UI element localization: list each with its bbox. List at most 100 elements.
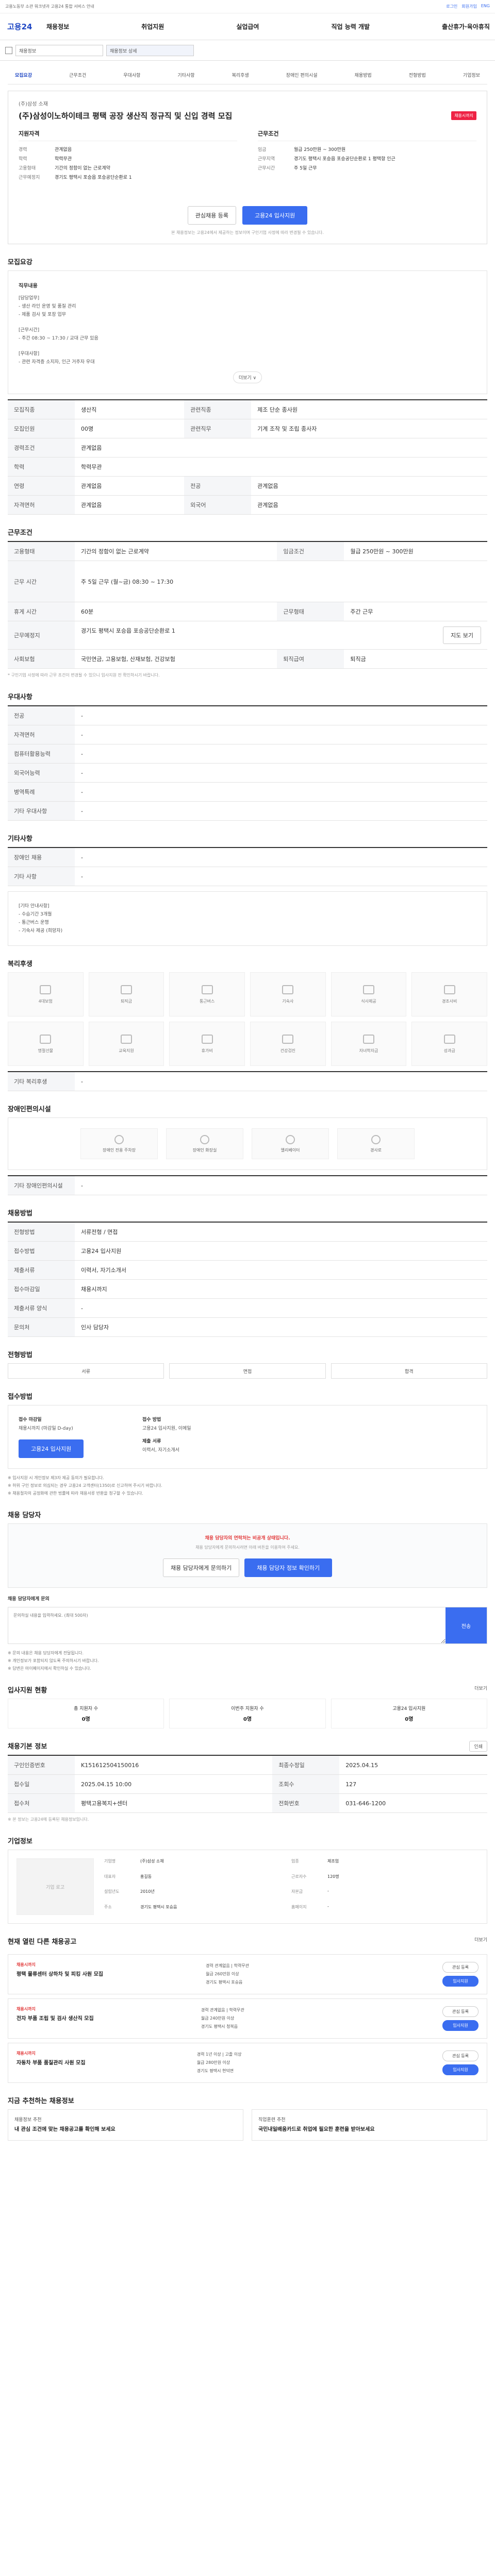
- save-job-button[interactable]: 관심채용 등록: [187, 206, 236, 225]
- job-summary: 지원자격 경력 관계없음 학력 학력무관 고용형태 기간의 정함이 없는 근로계약 근…: [19, 129, 476, 182]
- tab-benefit[interactable]: 복리후생: [232, 72, 249, 78]
- global-nav: 고용24 채용정보 취업지원 실업급여 직업 능력 개발 출산휴가·육아휴직: [0, 13, 495, 40]
- contact-inquiry-button[interactable]: 채용 담당자에게 문의하기: [162, 1558, 240, 1577]
- job-desc-line: [근무시간]: [19, 328, 40, 333]
- signup-link[interactable]: 회원가입: [461, 4, 476, 9]
- table-header: 퇴직급여: [277, 649, 344, 669]
- inquiry-submit-button[interactable]: 전송: [446, 1607, 487, 1643]
- table-header: 학력: [8, 457, 75, 477]
- contact-info-button[interactable]: 채용 담당자 정보 확인하기: [244, 1558, 333, 1577]
- company-value: 경기도 평택시 포승읍: [140, 1904, 177, 1909]
- tab-method[interactable]: 채용방법: [355, 72, 372, 78]
- benefit-label: 자녀학자금: [359, 1048, 378, 1053]
- status-more-link[interactable]: 더보기: [474, 1685, 487, 1691]
- tab-recruit[interactable]: 모집요강: [15, 72, 32, 78]
- summary-value: 경기도 평택시 포승읍 포승공단순환로 1 평택항 인근: [294, 157, 395, 162]
- job-card[interactable]: 채용시까지 평택 물류센터 상하차 및 피킹 사원 모집 경력 관계없음 | 학력…: [8, 1954, 487, 1994]
- job-card-title[interactable]: 평택 물류센터 상하차 및 피킹 사원 모집: [16, 1970, 103, 1977]
- summary-right-heading: 근무조건: [258, 129, 476, 141]
- table-cell: 평택고용복지+센터: [75, 1793, 273, 1813]
- breadcrumb-select-1[interactable]: 채용정보: [15, 44, 103, 56]
- recruit-table: 모집직종 생산직 관련직종 제조 단순 종사원 모집인원 00명 관련직무 기계 조작 및 …: [8, 399, 487, 515]
- job-card-line: 경기도 평택시 청북읍: [201, 2024, 238, 2029]
- language-link[interactable]: ENG: [481, 4, 490, 9]
- job-desc-line: - 생산 라인 운영 및 품질 관리: [19, 304, 76, 309]
- table-cell: 60분: [75, 602, 277, 621]
- section-tabs: 모집요강 근무조건 우대사항 기타사항 복리후생 장애인 편의시설 채용방법 전…: [8, 66, 487, 84]
- tab-preference[interactable]: 우대사항: [123, 72, 140, 78]
- tab-work[interactable]: 근무조건: [69, 72, 86, 78]
- benefit-label: 기숙사: [282, 998, 294, 1004]
- job-desc-line: [담당업무]: [19, 296, 40, 301]
- gnb-item-vocational-training[interactable]: 직업 능력 개발: [331, 22, 370, 31]
- job-card-save-button[interactable]: 관심 등록: [442, 2006, 478, 2017]
- table-header: 구인인증번호: [8, 1755, 75, 1775]
- job-card-title[interactable]: 자동차 부품 품질관리 사원 모집: [16, 2058, 86, 2066]
- job-card-save-button[interactable]: 관심 등록: [442, 2050, 478, 2061]
- benefit-label: 명절선물: [38, 1048, 54, 1053]
- benefit-card: 휴가비: [169, 1022, 245, 1066]
- job-card-line: 월급 280만원 이상: [196, 2060, 230, 2065]
- table-header: 기타 사항: [8, 867, 75, 886]
- print-button[interactable]: 인쇄: [469, 1741, 487, 1752]
- table-cell: 관계없음: [75, 495, 185, 515]
- restroom-icon: [200, 1134, 209, 1144]
- gnb-item-jobs[interactable]: 채용정보: [46, 22, 69, 31]
- job-card[interactable]: 채용시까지 전자 부품 조립 및 검사 생산직 모집 경력 관계없음 | 학력무관…: [8, 1998, 487, 2039]
- summary-key: 근무지역: [258, 157, 275, 162]
- table-header: 최종수정일: [272, 1755, 340, 1775]
- table-cell: 기간의 정함이 없는 근로계약: [75, 541, 277, 561]
- job-description-box: 직무내용 [담당업무] - 생산 라인 운영 및 품질 관리 - 제품 검사 및…: [8, 270, 487, 394]
- gnb-item-parental-leave[interactable]: 출산휴가·육아휴직: [442, 22, 490, 31]
- job-card[interactable]: 채용시까지 자동차 부품 품질관리 사원 모집 경력 1년 이상 | 고졸 이상 월…: [8, 2043, 487, 2083]
- tab-etc[interactable]: 기타사항: [177, 72, 194, 78]
- breadcrumb-select-2[interactable]: 채용정보 상세: [106, 44, 194, 56]
- job-card-apply-button[interactable]: 입사지원: [442, 1976, 478, 1987]
- tab-screening[interactable]: 전형방법: [409, 72, 426, 78]
- table-header: 자격면허: [8, 725, 75, 744]
- gnb-item-unemployment-benefit[interactable]: 실업급여: [236, 22, 259, 31]
- apply-button[interactable]: 고용24 입사지원: [242, 206, 308, 225]
- more-button[interactable]: 더보기 ∨: [233, 371, 262, 383]
- home-icon[interactable]: [5, 46, 12, 54]
- table-cell: 고용24 입사지원: [75, 1241, 487, 1261]
- recommend-banner[interactable]: 채용정보 추천 내 관심 조건에 맞는 채용공고를 확인해 보세요: [8, 2109, 243, 2141]
- table-cell: -: [75, 725, 487, 744]
- job-card-apply-button[interactable]: 입사지원: [442, 2020, 478, 2031]
- facility-box: 장애인 전용 주차장 장애인 화장실 엘리베이터 경사로: [8, 1117, 487, 1170]
- top-notice[interactable]: 고용노동부 소관 워크넷과 고용24 통합 서비스 안내: [5, 4, 94, 9]
- map-button[interactable]: 지도 보기: [443, 626, 481, 644]
- benefit-card: 건강검진: [250, 1022, 326, 1066]
- table-header: 연령: [8, 476, 75, 496]
- job-card-title[interactable]: 전자 부품 조립 및 검사 생산직 모집: [16, 2014, 94, 2022]
- tab-facility[interactable]: 장애인 편의시설: [286, 72, 318, 78]
- company-name[interactable]: (주)삼성 소재: [19, 99, 476, 107]
- method-title: 채용방법: [8, 1210, 32, 1217]
- login-link[interactable]: 로그인: [446, 4, 457, 9]
- company-info: 기업명 (주)삼성 소재 업종 제조업 대표자 홍길동 근로자수 120명 설립년도 2010…: [104, 1858, 478, 1915]
- table-header: 외국어: [184, 495, 252, 515]
- inquiry-textarea[interactable]: [8, 1607, 446, 1643]
- receipt-apply-button[interactable]: 고용24 입사지원: [19, 1439, 84, 1458]
- benefit-card: 기숙사: [250, 972, 326, 1016]
- banner-tag: 채용정보 추천: [14, 2117, 42, 2123]
- recommend-title: 지금 추천하는 채용정보: [8, 2097, 74, 2105]
- tab-company[interactable]: 기업정보: [463, 72, 480, 78]
- job-card-line: 월급 260만원 이상: [206, 1972, 239, 1976]
- status-cards: 총 지원자 수 0명 이번주 지원자 수 0명 고용24 입사지원 0명: [8, 1699, 487, 1728]
- etc-detail: [기타 안내사항] - 수습기간 3개월 - 통근버스 운행 - 기숙사 제공 …: [8, 891, 487, 946]
- recommend-banner[interactable]: 직업훈련 추천 국민내일배움카드로 취업에 필요한 훈련을 받아보세요: [252, 2109, 487, 2141]
- site-logo[interactable]: 고용24: [0, 21, 46, 32]
- gnb-item-employment-support[interactable]: 취업지원: [141, 22, 164, 31]
- table-header: 근무형태: [277, 602, 344, 621]
- table-cell: 서류전형 / 면접: [75, 1222, 487, 1242]
- summary-key: 임금: [258, 147, 267, 152]
- summary-value: 경기도 평택시 포승읍 포승공단순환로 1: [55, 175, 132, 180]
- job-card-save-button[interactable]: 관심 등록: [442, 1962, 478, 1973]
- benefit-icon: [120, 985, 132, 994]
- benefit-card: 퇴직금: [88, 972, 164, 1016]
- job-desc-line: - 제품 검사 및 포장 업무: [19, 312, 67, 317]
- info-title-row: 채용기본 정보 인쇄: [8, 1728, 487, 1755]
- job-card-apply-button[interactable]: 입사지원: [442, 2064, 478, 2075]
- similar-more-link[interactable]: 더보기: [474, 1936, 487, 1943]
